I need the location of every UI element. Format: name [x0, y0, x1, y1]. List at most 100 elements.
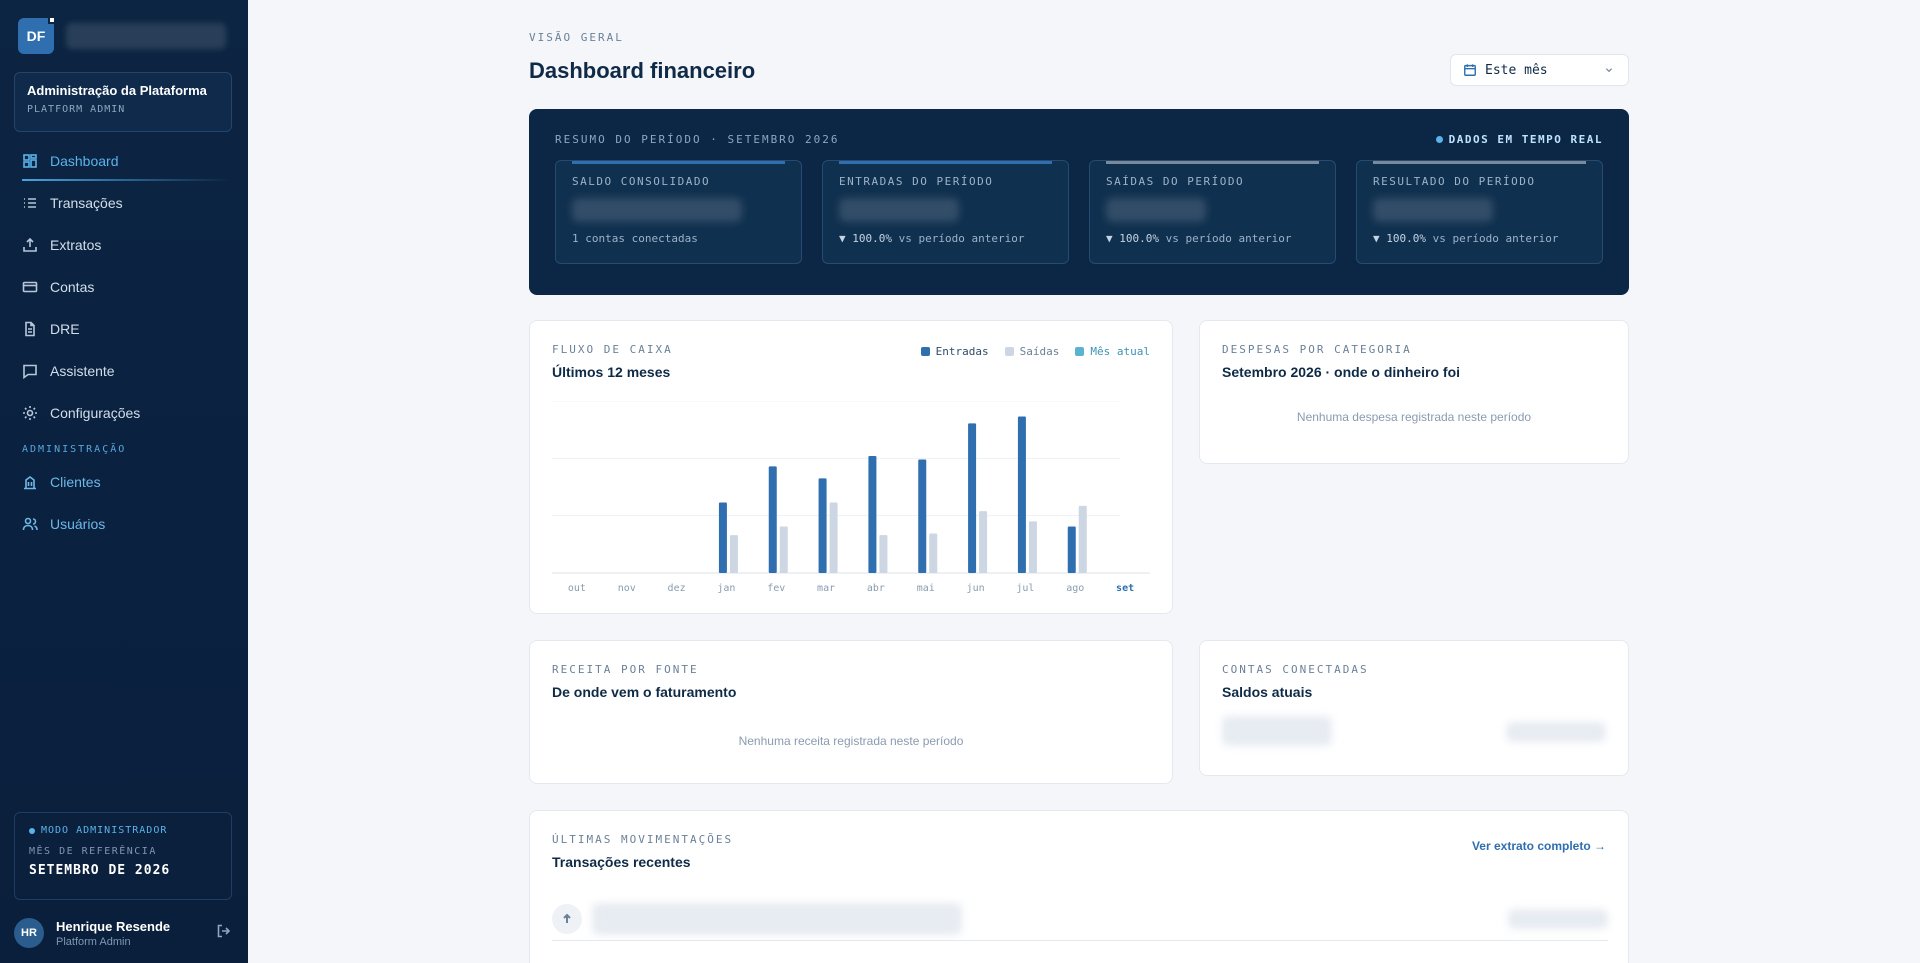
- accounts-eyebrow: CONTAS CONECTADAS: [1222, 663, 1369, 676]
- cashflow-card: FLUXO DE CAIXA Últimos 12 meses Entradas…: [529, 320, 1173, 614]
- revenue-title: De onde vem o faturamento: [552, 684, 737, 700]
- nav-item-accounts[interactable]: Contas: [14, 266, 232, 308]
- tenant-switcher[interactable]: Administração da Plataforma PLATFORM ADM…: [14, 72, 232, 132]
- kpi-period-income: ENTRADAS DO PERÍODO ▼ 100.0% vs período …: [822, 160, 1069, 264]
- x-tick-label-nov: nov: [618, 583, 636, 594]
- bar-out-fev[interactable]: [779, 526, 788, 573]
- nav-item-settings[interactable]: Configurações: [14, 392, 232, 434]
- period-select-value: Este mês: [1485, 62, 1548, 78]
- nav-item-dre[interactable]: DRE: [14, 308, 232, 350]
- upload-icon: [23, 237, 37, 252]
- cashflow-chart-svg: out nov dez jan fev mar abr mai jun jul ago set: [552, 400, 1150, 594]
- bar-out-ago[interactable]: [1078, 505, 1087, 573]
- transactions-eyebrow: ÚLTIMAS MOVIMENTAÇÕES: [552, 833, 734, 846]
- legend-item-current: Mês atual: [1075, 345, 1150, 358]
- app-logo: DF: [18, 16, 56, 54]
- status-dot-icon: [29, 827, 35, 834]
- transaction-description-redacted: [592, 902, 962, 935]
- x-tick-label-mai: mai: [917, 583, 935, 594]
- account-balance-redacted: [1506, 722, 1606, 742]
- accounts-title: Saldos atuais: [1222, 684, 1313, 700]
- document-icon: [25, 321, 35, 337]
- tenant-name: Administração da Plataforma: [27, 83, 207, 98]
- live-dot-icon: [1435, 136, 1443, 143]
- revenue-empty-state: Nenhuma receita registrada neste período: [738, 734, 964, 748]
- expenses-card: DESPESAS POR CATEGORIA Setembro 2026 · o…: [1199, 320, 1629, 464]
- legend-swatch-out: [1004, 347, 1014, 356]
- kpi-value-redacted: [572, 198, 742, 222]
- reference-month-value: SETEMBRO DE 2026: [29, 863, 171, 878]
- transactions-title: Transações recentes: [552, 854, 691, 870]
- bar-in-abr[interactable]: [868, 456, 877, 573]
- account-row[interactable]: [1222, 716, 1606, 746]
- revenue-eyebrow: RECEITA POR FONTE: [552, 663, 699, 676]
- admin-section-label: ADMINISTRAÇÃO: [22, 444, 127, 455]
- bar-in-jul[interactable]: [1017, 416, 1026, 573]
- nav-item-statements[interactable]: Extratos: [14, 224, 232, 266]
- bar-in-ago[interactable]: [1067, 526, 1076, 573]
- bar-out-jun[interactable]: [979, 511, 988, 573]
- nav-item-users[interactable]: Usuários: [14, 503, 232, 545]
- x-tick-label-fev: fev: [767, 583, 785, 594]
- legend-item-in: Entradas: [920, 345, 989, 358]
- table-row[interactable]: [552, 897, 1608, 941]
- expenses-title: Setembro 2026 · onde o dinheiro foi: [1222, 364, 1461, 380]
- chat-icon: [23, 364, 37, 379]
- nav-item-transactions[interactable]: Transações: [14, 182, 232, 224]
- bar-in-mar[interactable]: [818, 478, 827, 573]
- bar-out-jul[interactable]: [1028, 521, 1037, 573]
- tenant-role: PLATFORM ADMIN: [27, 104, 126, 115]
- logout-button[interactable]: [216, 923, 232, 944]
- period-select[interactable]: Este mês: [1450, 54, 1629, 86]
- kpi-period-result: RESULTADO DO PERÍODO ▼ 100.0% vs período…: [1356, 160, 1603, 264]
- sidebar: DF Administração da Plataforma PLATFORM …: [0, 0, 248, 963]
- bar-in-fev[interactable]: [768, 466, 777, 573]
- brand[interactable]: DF: [18, 16, 226, 54]
- kpi-period-expenses: SAÍDAS DO PERÍODO ▼ 100.0% vs período an…: [1089, 160, 1336, 264]
- user-name: Henrique Resende: [56, 918, 171, 934]
- bar-in-jan[interactable]: [718, 502, 727, 573]
- logout-icon: [217, 924, 231, 937]
- reference-month-label: MÊS DE REFERÊNCIA: [29, 846, 157, 857]
- summary-eyebrow: RESUMO DO PERÍODO · SETEMBRO 2026: [555, 133, 840, 146]
- expenses-eyebrow: DESPESAS POR CATEGORIA: [1222, 343, 1412, 356]
- nav-item-assistant[interactable]: Assistente: [14, 350, 232, 392]
- bar-out-abr[interactable]: [879, 535, 888, 573]
- user-profile: HR Henrique Resende Platform Admin: [14, 918, 232, 948]
- bar-in-mai[interactable]: [918, 459, 927, 573]
- users-icon: [22, 517, 38, 531]
- bar-out-mar[interactable]: [829, 502, 838, 573]
- accounts-card: CONTAS CONECTADAS Saldos atuais: [1199, 640, 1629, 776]
- admin-mode-badge: MODO ADMINISTRADOR: [29, 825, 217, 836]
- bar-in-jun[interactable]: [968, 423, 977, 573]
- legend-swatch-current: [1075, 347, 1085, 356]
- expenses-empty-state: Nenhuma despesa registrada neste período: [1296, 410, 1532, 424]
- view-full-statement-link[interactable]: Ver extrato completo →: [1472, 839, 1606, 853]
- x-tick-label-dez: dez: [668, 583, 686, 594]
- avatar[interactable]: HR: [14, 918, 44, 948]
- page-title: Dashboard financeiro: [529, 58, 756, 83]
- calendar-icon: [1464, 64, 1476, 76]
- x-tick-label-jul: jul: [1016, 583, 1034, 594]
- main-nav: Dashboard Transações Extratos Contas DRE…: [14, 140, 232, 545]
- dashboard-icon: [23, 154, 37, 168]
- brand-name-redacted: [66, 23, 226, 49]
- revenue-card: RECEITA POR FONTE De onde vem o faturame…: [529, 640, 1173, 784]
- bar-out-jan[interactable]: [729, 535, 738, 573]
- nav-item-clients[interactable]: Clientes: [14, 461, 232, 503]
- page-eyebrow: VISÃO GERAL: [529, 31, 624, 44]
- period-summary: RESUMO DO PERÍODO · SETEMBRO 2026 DADOS …: [529, 109, 1629, 295]
- credit-card-icon: [22, 281, 38, 293]
- gear-icon: [23, 406, 37, 420]
- nav-item-dashboard[interactable]: Dashboard: [14, 140, 232, 182]
- kpi-value-redacted: [1106, 198, 1206, 222]
- list-icon: [24, 198, 36, 208]
- transactions-card: ÚLTIMAS MOVIMENTAÇÕES Transações recente…: [529, 810, 1629, 963]
- cashflow-chart: out nov dez jan fev mar abr mai jun jul ago set: [552, 400, 1150, 597]
- chevron-down-icon: [1605, 68, 1613, 73]
- transaction-amount-redacted: [1508, 908, 1608, 929]
- x-tick-label-abr: abr: [867, 583, 885, 594]
- legend-swatch-in: [920, 347, 930, 356]
- live-data-badge: DADOS EM TEMPO REAL: [1435, 133, 1603, 146]
- bar-out-mai[interactable]: [929, 533, 938, 573]
